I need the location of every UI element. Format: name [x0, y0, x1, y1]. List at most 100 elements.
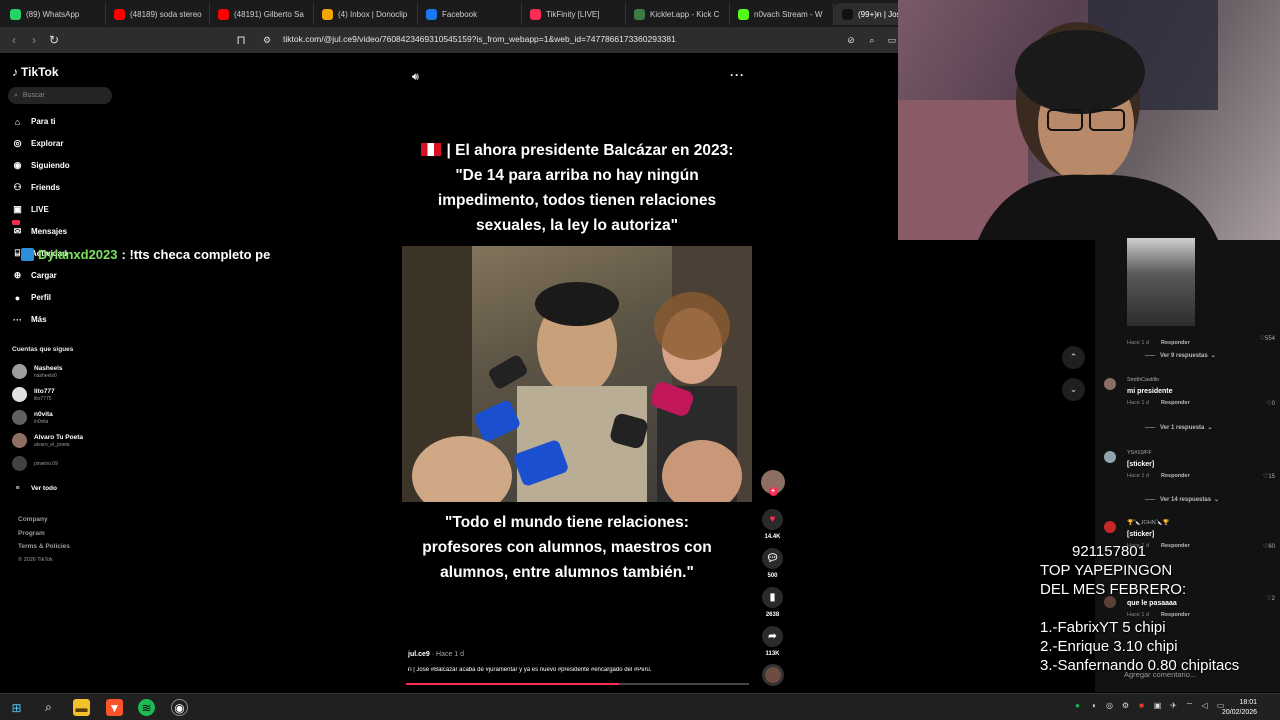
sidebar-item-siguiendo[interactable]: ◉ Siguiendo: [12, 160, 70, 171]
browser-tab[interactable]: (89) WhatsApp: [2, 3, 106, 25]
view-replies-button[interactable]: Ver 1 respuesta ⌄: [1145, 424, 1212, 431]
windows-start-icon[interactable]: ⊞: [8, 699, 25, 716]
sidebar-item-explorar[interactable]: ◎ Explorar: [12, 138, 64, 149]
comment-like-button[interactable]: ♡554: [1260, 335, 1275, 342]
sidebar-item-mensajes[interactable]: ✉ Mensajes: [12, 220, 67, 237]
following-account[interactable]: lito777 lito7775: [12, 387, 55, 402]
video-frame-image[interactable]: [402, 246, 752, 502]
following-account[interactable]: n0vita in0vita: [12, 410, 53, 425]
avatar[interactable]: [1104, 521, 1116, 533]
save-count: 2638: [765, 612, 780, 618]
sidebar-item-friends[interactable]: ⚇ Friends: [12, 182, 59, 193]
view-replies-button[interactable]: Ver 9 respuestas ⌄: [1145, 352, 1216, 359]
comment-text: [sticker]: [1127, 461, 1155, 468]
creator-avatar-button[interactable]: +: [760, 470, 785, 496]
brave-browser-icon[interactable]: ▼: [106, 699, 123, 716]
comment-button[interactable]: 💬︎ 500: [760, 548, 785, 579]
url-field[interactable]: tiktok.com/@jul.ce9/video/76084234693105…: [283, 34, 676, 44]
comment-username[interactable]: SmithCastillo: [1127, 377, 1269, 383]
author-handle[interactable]: jul.ce9: [408, 651, 430, 658]
avatar[interactable]: [1104, 378, 1116, 390]
comment-time: Hace 1 d: [1127, 400, 1150, 406]
reload-icon[interactable]: ↻: [46, 32, 62, 48]
spotify-tray-icon[interactable]: ●: [1072, 701, 1083, 712]
obs-icon[interactable]: ◉: [171, 699, 188, 716]
video-progress-bar[interactable]: [406, 683, 749, 685]
comment-like-count: 0: [1271, 401, 1275, 407]
video-author[interactable]: jul.ce9 · Hace 1 d: [408, 651, 464, 658]
following-account[interactable]: pinwino.09: [12, 456, 58, 471]
browser-tab[interactable]: Kicklet.app - Kick C: [626, 3, 730, 25]
tray-icon-4[interactable]: ⚙: [1120, 701, 1131, 712]
site-settings-icon[interactable]: ⚙: [259, 32, 275, 48]
account-name: n0vita: [34, 410, 53, 418]
wifi-icon[interactable]: ⌔: [1184, 701, 1195, 712]
view-replies-button[interactable]: Ver 14 respuestas ⌄: [1145, 496, 1219, 503]
scroll-up-icon[interactable]: ⌃: [1062, 346, 1085, 369]
following-account[interactable]: Nasheels nasheels0: [12, 364, 63, 379]
browser-tab[interactable]: Facebook: [418, 3, 522, 25]
sidebar-item-m-s[interactable]: ··· Más: [12, 314, 47, 325]
tray-icon-6[interactable]: ▣: [1152, 701, 1163, 712]
scroll-down-icon[interactable]: ⌄: [1062, 378, 1085, 401]
following-account[interactable]: Alvaro Tu Poeta alvaro_el_poeta: [12, 433, 83, 448]
like-count: 14.4K: [764, 534, 781, 540]
more-options-icon[interactable]: ···: [730, 68, 745, 82]
file-explorer-icon[interactable]: ▬: [73, 699, 90, 716]
comment-like-button[interactable]: ♡15: [1263, 473, 1275, 480]
save-button[interactable]: ▮ 2638: [760, 587, 785, 618]
sidebar-item-cargar[interactable]: ⊕ Cargar: [12, 270, 57, 281]
tray-icon-3[interactable]: ◎: [1104, 701, 1115, 712]
comment-meta: Hace 1 d Responder: [1127, 400, 1269, 406]
sidebar-item-para-ti[interactable]: ⌂ Para ti: [12, 116, 56, 127]
chevron-down-icon: ⌄: [1210, 353, 1216, 359]
tiktok-logo[interactable]: ♪ TikTok: [12, 65, 59, 79]
tab-label: TikFinity [LIVE]: [546, 9, 600, 19]
discord-tray-icon[interactable]: ◐: [1089, 701, 1100, 712]
follow-plus-icon[interactable]: +: [768, 487, 778, 496]
comment-like-button[interactable]: ♡0: [1266, 400, 1275, 407]
browser-tab[interactable]: TikFinity [LIVE]: [522, 3, 626, 25]
like-button[interactable]: ♥ 14.4K: [760, 509, 785, 540]
see-all-link[interactable]: ≡ Ver todo: [12, 483, 57, 494]
upload-icon: ⊕: [13, 270, 22, 280]
sidebar-item-perfil[interactable]: ● Perfil: [12, 292, 51, 303]
comment-icon: 💬︎: [762, 548, 783, 569]
sidebar-item-live[interactable]: ▣ LIVE: [12, 204, 49, 215]
comment-username[interactable]: YS#10/FF: [1127, 450, 1269, 456]
comment-sticker-image[interactable]: [1127, 238, 1195, 326]
reply-button[interactable]: Responder: [1161, 473, 1190, 479]
volume-tray-icon[interactable]: ◁: [1199, 701, 1210, 712]
footer-link[interactable]: Terms & Policies: [18, 543, 70, 550]
forward-icon[interactable]: ›: [26, 32, 42, 48]
browser-tab[interactable]: n0vach Stream - W: [730, 3, 834, 25]
tab-favicon-icon: [634, 8, 645, 20]
avatar[interactable]: [1104, 451, 1116, 463]
footer-link[interactable]: Program: [18, 530, 45, 537]
creator-avatar: +: [760, 470, 785, 496]
clock-time: 18:01: [1239, 699, 1258, 706]
search-input[interactable]: ⌕ Buscar: [8, 87, 112, 104]
comment-like-button[interactable]: ♡60: [1263, 543, 1275, 550]
back-icon[interactable]: ‹: [6, 32, 22, 48]
zoom-icon[interactable]: ⌕: [864, 32, 880, 48]
reply-button[interactable]: Responder: [1161, 400, 1190, 406]
comment-like-button[interactable]: ♡2: [1266, 595, 1275, 602]
reader-mode-icon[interactable]: ⊘: [843, 32, 859, 48]
share-button[interactable]: ➦ 113K: [760, 626, 785, 657]
spotify-icon[interactable]: ≋: [138, 699, 155, 716]
browser-tab[interactable]: (48189) soda stereo: [106, 3, 210, 25]
browser-tab[interactable]: (48191) Gilberto Sa: [210, 3, 314, 25]
search-icon[interactable]: ⌕: [40, 699, 57, 716]
music-disc-button[interactable]: [760, 664, 785, 686]
reply-button[interactable]: Responder: [1161, 340, 1190, 346]
tray-icon-5[interactable]: ■: [1136, 701, 1147, 712]
account-text: pinwino.09: [34, 461, 58, 467]
comment-username[interactable]: 🏆🔪JOHN🔪🏆: [1127, 520, 1269, 526]
browser-tab[interactable]: (4) Inbox | Donoclip: [314, 3, 418, 25]
taskbar-clock[interactable]: 18:01 20/02/2026: [1222, 698, 1258, 718]
footer-link[interactable]: Company: [18, 516, 48, 523]
bookmark-icon[interactable]: ⊓: [233, 32, 249, 48]
tray-icon-7[interactable]: ✈: [1168, 701, 1179, 712]
volume-icon[interactable]: 🔊︎: [412, 71, 419, 84]
